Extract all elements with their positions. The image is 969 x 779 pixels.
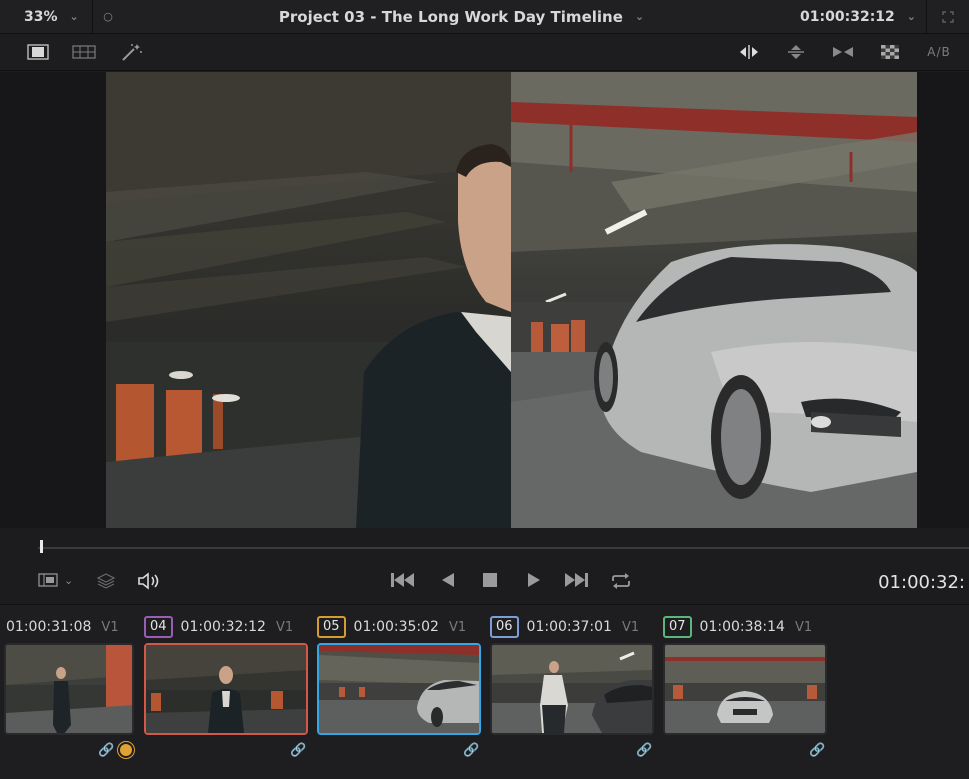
clip-thumbnail[interactable] — [490, 643, 654, 735]
clip-thumbnail[interactable] — [317, 643, 481, 735]
timeline-title-dropdown[interactable]: Project 03 - The Long Work Day Timeline … — [119, 8, 804, 26]
playhead-scrubber[interactable] — [0, 528, 969, 562]
clip-item[interactable]: 05 01:00:35:02 V1 🔗 — [317, 605, 491, 775]
viewer-area — [0, 72, 969, 528]
clip-track: V1 — [794, 619, 813, 635]
link-icon: 🔗 — [809, 743, 826, 758]
divider — [92, 0, 93, 34]
timecode-value: 01:00:32:12 — [800, 8, 895, 25]
wipe-icon[interactable] — [830, 42, 856, 62]
clip-timecode: 01:00:38:14 — [699, 619, 785, 635]
link-icon: 🔗 — [98, 743, 115, 758]
link-icon: 🔗 — [463, 743, 480, 758]
clip-header: 04 01:00:32:12 V1 — [144, 615, 293, 639]
viewer-options-dot-icon[interactable]: ○ — [97, 10, 119, 23]
clip-item[interactable]: 04 01:00:32:12 V1 🔗 — [144, 605, 318, 775]
clip-number: 06 — [490, 616, 519, 638]
fx-node-icon — [118, 742, 134, 758]
clip-track: V1 — [621, 619, 640, 635]
enlarge-viewer-icon[interactable] — [927, 0, 969, 34]
clip-number: 04 — [144, 616, 173, 638]
chevron-down-icon: ⌄ — [634, 10, 645, 23]
clip-header: 01:00:31:08 V1 — [6, 615, 119, 639]
zoom-dropdown[interactable]: 33% ⌄ — [0, 0, 92, 34]
transport-controls: ⌄ 01:00:32: — [0, 562, 969, 602]
checkerboard-icon[interactable] — [878, 42, 902, 62]
link-icon: 🔗 — [636, 743, 653, 758]
frame-right-image — [511, 72, 917, 528]
clip-thumbnail[interactable] — [4, 643, 134, 735]
frame-left-image — [106, 72, 511, 528]
clip-item[interactable]: 01:00:31:08 V1 🔗 — [0, 605, 144, 775]
clip-header: 07 01:00:38:14 V1 — [663, 615, 812, 639]
loop-icon[interactable] — [610, 572, 632, 590]
scrubber-track[interactable] — [38, 547, 969, 549]
timecode-dropdown[interactable]: 01:00:32:12 ⌄ — [800, 0, 926, 34]
split-horizontal-icon[interactable] — [737, 42, 761, 62]
chevron-down-icon: ⌄ — [906, 10, 916, 23]
clips-thumbnail-strip: 01:00:31:08 V1 🔗 04 01:00:32:12 V1 🔗 05 … — [0, 604, 969, 779]
clip-timecode: 01:00:32:12 — [180, 619, 266, 635]
zoom-value: 33% — [24, 8, 58, 25]
clip-timecode: 01:00:31:08 — [6, 619, 92, 635]
stop-icon[interactable] — [482, 572, 498, 588]
play-reverse-icon[interactable] — [440, 572, 456, 588]
viewer-mode-icon — [38, 573, 58, 587]
timeline-title: Project 03 - The Long Work Day Timeline — [278, 7, 623, 26]
playhead-handle[interactable] — [40, 540, 43, 553]
viewer-title-bar: 33% ⌄ ○ Project 03 - The Long Work Day T… — [0, 0, 969, 34]
clip-track: V1 — [275, 619, 294, 635]
chevron-down-icon: ⌄ — [64, 573, 74, 587]
clip-item[interactable]: 06 01:00:37:01 V1 🔗 — [490, 605, 664, 775]
clip-thumbnail[interactable] — [663, 643, 827, 735]
split-vertical-icon[interactable] — [784, 42, 808, 62]
clip-thumbnail[interactable] — [144, 643, 308, 735]
clip-header: 05 01:00:35:02 V1 — [317, 615, 466, 639]
grid-viewer-icon[interactable] — [71, 42, 97, 62]
clip-number: 05 — [317, 616, 346, 638]
clip-header: 06 01:00:37:01 V1 — [490, 615, 639, 639]
layers-icon[interactable] — [96, 572, 116, 590]
skip-to-end-icon[interactable] — [563, 572, 589, 588]
ab-toggle-button[interactable]: A/B — [922, 42, 956, 62]
viewer-toolbar: A/B — [0, 35, 969, 71]
chevron-down-icon: ⌄ — [69, 10, 79, 23]
clip-timecode: 01:00:35:02 — [353, 619, 439, 635]
magic-wand-icon[interactable] — [119, 42, 145, 62]
audio-speaker-icon[interactable] — [137, 572, 161, 590]
split-screen-frame[interactable] — [106, 72, 917, 528]
clip-track: V1 — [448, 619, 467, 635]
clip-track: V1 — [101, 619, 119, 635]
skip-to-start-icon[interactable] — [390, 572, 416, 588]
link-icon: 🔗 — [290, 743, 307, 758]
clip-number: 07 — [663, 616, 692, 638]
clip-item[interactable]: 07 01:00:38:14 V1 🔗 — [663, 605, 837, 775]
transport-timecode: 01:00:32: — [878, 572, 965, 593]
single-viewer-icon[interactable] — [26, 42, 50, 62]
viewer-mode-dropdown[interactable]: ⌄ — [38, 572, 73, 588]
play-icon[interactable] — [526, 572, 542, 588]
clip-timecode: 01:00:37:01 — [526, 619, 612, 635]
